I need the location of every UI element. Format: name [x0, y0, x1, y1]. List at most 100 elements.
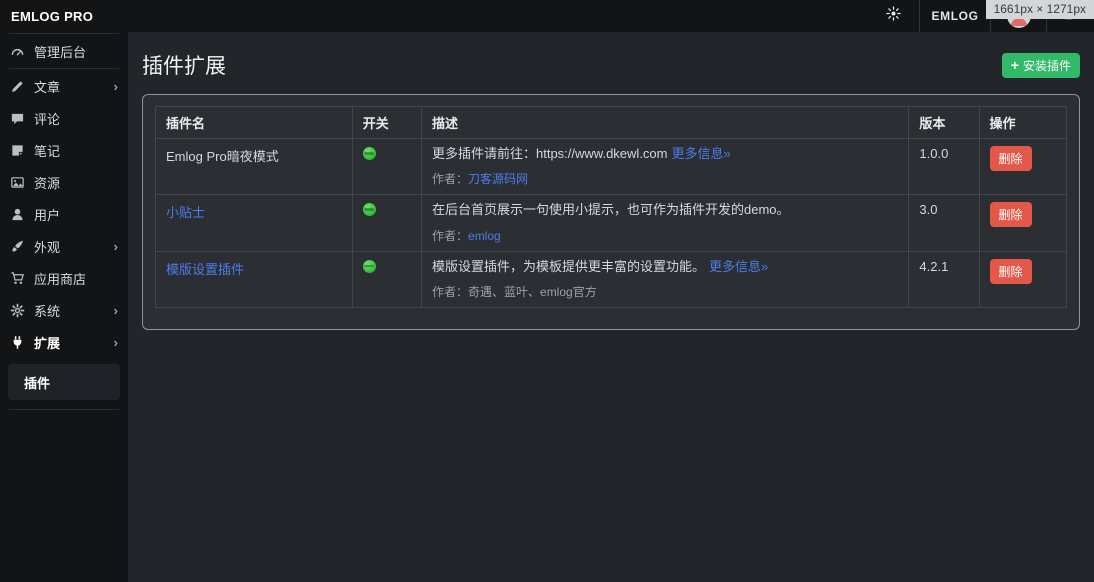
- pencil-icon: [10, 79, 25, 94]
- plugin-author: 奇遇、蓝叶、emlog官方: [468, 285, 597, 299]
- sidebar-item-6[interactable]: 用户: [0, 198, 128, 230]
- table-header-row: 插件名开关描述版本操作: [156, 107, 1067, 139]
- table-cell: 删除: [979, 251, 1066, 307]
- chevron-right-icon: ›: [114, 304, 118, 317]
- chevron-right-icon: ›: [114, 240, 118, 253]
- table-row: 小贴士 在后台首页展示一句使用小提示，也可作为插件开发的demo。作者：emlog…: [156, 195, 1067, 251]
- plugin-version: 3.0: [919, 202, 937, 217]
- sidebar-item-label: 资源: [34, 173, 60, 192]
- plugins-card: 插件名开关描述版本操作 Emlog Pro暗夜模式 更多插件请前往：https:/…: [142, 94, 1080, 330]
- delete-plugin-button[interactable]: 删除: [990, 146, 1032, 171]
- sidebar-item-label: 外观: [34, 237, 60, 256]
- sidebar-item-4[interactable]: 笔记: [0, 134, 128, 166]
- sidebar: 管理后台文章 › 评论笔记资源用户外观 › 应用商店系统 › 扩展 › 插件: [0, 32, 128, 582]
- plugin-switch-toggle[interactable]: [363, 260, 376, 273]
- sidebar-item-label: 评论: [34, 109, 60, 128]
- app-logo[interactable]: EMLOG PRO: [0, 9, 128, 24]
- plugin-switch-toggle[interactable]: [363, 203, 376, 216]
- delete-plugin-button[interactable]: 删除: [990, 259, 1032, 284]
- column-header: 操作: [979, 107, 1066, 139]
- page-header: 插件扩展 + 安装插件: [142, 50, 1080, 80]
- chevron-right-icon: ›: [114, 336, 118, 349]
- plugin-name: Emlog Pro暗夜模式: [166, 149, 279, 164]
- sidebar-item-9[interactable]: 系统 ›: [0, 294, 128, 326]
- plug-icon: [10, 335, 25, 350]
- table-cell: 在后台首页展示一句使用小提示，也可作为插件开发的demo。作者：emlog: [422, 195, 909, 251]
- table-cell: 更多插件请前往：https://www.dkewl.com 更多信息» 作者：刀客源…: [422, 139, 909, 195]
- table-cell: 删除: [979, 139, 1066, 195]
- sidebar-nav: 管理后台文章 › 评论笔记资源用户外观 › 应用商店系统 › 扩展 › 插件: [0, 35, 128, 400]
- sidebar-item-label: 用户: [34, 205, 60, 224]
- author-label: 作者：: [432, 229, 468, 243]
- table-cell: 3.0: [909, 195, 979, 251]
- table-cell: [352, 139, 421, 195]
- cart-icon: [10, 271, 25, 286]
- column-header: 插件名: [156, 107, 353, 139]
- sidebar-item-1[interactable]: 管理后台: [0, 35, 128, 67]
- page-title: 插件扩展: [142, 50, 226, 80]
- user-icon: [10, 207, 25, 222]
- column-header: 描述: [422, 107, 909, 139]
- plugins-table: 插件名开关描述版本操作 Emlog Pro暗夜模式 更多插件请前往：https:/…: [155, 106, 1067, 308]
- sidebar-item-label: 扩展: [34, 333, 60, 352]
- sidebar-item-label: 笔记: [34, 141, 60, 160]
- sidebar-item-7[interactable]: 外观 ›: [0, 230, 128, 262]
- dimensions-badge: 1661px × 1271px: [986, 0, 1094, 19]
- table-cell: 删除: [979, 195, 1066, 251]
- plugin-name-link[interactable]: 模版设置插件: [166, 262, 244, 277]
- plugin-version: 4.2.1: [919, 259, 948, 274]
- plugin-description: 在后台首页展示一句使用小提示，也可作为插件开发的demo。: [432, 202, 790, 217]
- plugin-description: 更多插件请前往：https://www.dkewl.com: [432, 146, 668, 161]
- more-info-link[interactable]: 更多信息»: [709, 259, 768, 274]
- plugin-description: 模版设置插件，为模板提供更丰富的设置功能。: [432, 259, 705, 274]
- table-cell: 1.0.0: [909, 139, 979, 195]
- sidebar-item-2[interactable]: 文章 ›: [0, 70, 128, 102]
- table-cell: [352, 195, 421, 251]
- plus-icon: +: [1011, 58, 1019, 72]
- sun-icon: [886, 6, 901, 26]
- table-cell: 小贴士: [156, 195, 353, 251]
- plugin-author-link[interactable]: 刀客源码网: [468, 172, 528, 186]
- sidebar-item-5[interactable]: 资源: [0, 166, 128, 198]
- sidebar-item-10[interactable]: 扩展 ›: [0, 326, 128, 358]
- sidebar-item-label: 管理后台: [34, 42, 86, 61]
- sidebar-item-label: 文章: [34, 77, 60, 96]
- plugin-name-link[interactable]: 小贴士: [166, 205, 205, 220]
- site-home-link[interactable]: EMLOG: [920, 0, 990, 32]
- plugin-switch-toggle[interactable]: [363, 147, 376, 160]
- sidebar-subitem-label: 插件: [24, 373, 50, 392]
- table-cell: [352, 251, 421, 307]
- image-icon: [10, 175, 25, 190]
- column-header: 开关: [352, 107, 421, 139]
- brush-icon: [10, 239, 25, 254]
- sidebar-subitem-plugins[interactable]: 插件: [8, 364, 120, 400]
- sidebar-divider: [9, 33, 119, 34]
- table-cell: 模版设置插件，为模板提供更丰富的设置功能。更多信息» 作者：奇遇、蓝叶、emlog…: [422, 251, 909, 307]
- author-label: 作者：: [432, 172, 468, 186]
- more-info-link[interactable]: 更多信息»: [672, 146, 731, 161]
- table-cell: 模版设置插件: [156, 251, 353, 307]
- column-header: 版本: [909, 107, 979, 139]
- sidebar-item-3[interactable]: 评论: [0, 102, 128, 134]
- gear-icon: [10, 303, 25, 318]
- sidebar-item-label: 系统: [34, 301, 60, 320]
- delete-plugin-button[interactable]: 删除: [990, 202, 1032, 227]
- theme-toggle-button[interactable]: [867, 0, 919, 32]
- install-plugin-button[interactable]: + 安装插件: [1002, 53, 1080, 78]
- topbar: EMLOG PRO EMLOG: [0, 0, 1094, 32]
- table-row: Emlog Pro暗夜模式 更多插件请前往：https://www.dkewl.c…: [156, 139, 1067, 195]
- sidebar-divider: [9, 68, 119, 69]
- install-plugin-label: 安装插件: [1023, 57, 1071, 74]
- author-label: 作者：: [432, 285, 468, 299]
- main-content: 插件扩展 + 安装插件 插件名开关描述版本操作 Emlog Pro暗夜模式 更多插…: [128, 32, 1094, 582]
- plugin-author-link[interactable]: emlog: [468, 229, 501, 243]
- sidebar-item-8[interactable]: 应用商店: [0, 262, 128, 294]
- sidebar-divider: [9, 409, 119, 410]
- plugin-version: 1.0.0: [919, 146, 948, 161]
- chevron-right-icon: ›: [114, 80, 118, 93]
- table-row: 模版设置插件 模版设置插件，为模板提供更丰富的设置功能。更多信息» 作者：奇遇、蓝叶…: [156, 251, 1067, 307]
- speedometer-icon: [10, 44, 25, 59]
- table-cell: 4.2.1: [909, 251, 979, 307]
- sidebar-item-label: 应用商店: [34, 269, 86, 288]
- table-cell: Emlog Pro暗夜模式: [156, 139, 353, 195]
